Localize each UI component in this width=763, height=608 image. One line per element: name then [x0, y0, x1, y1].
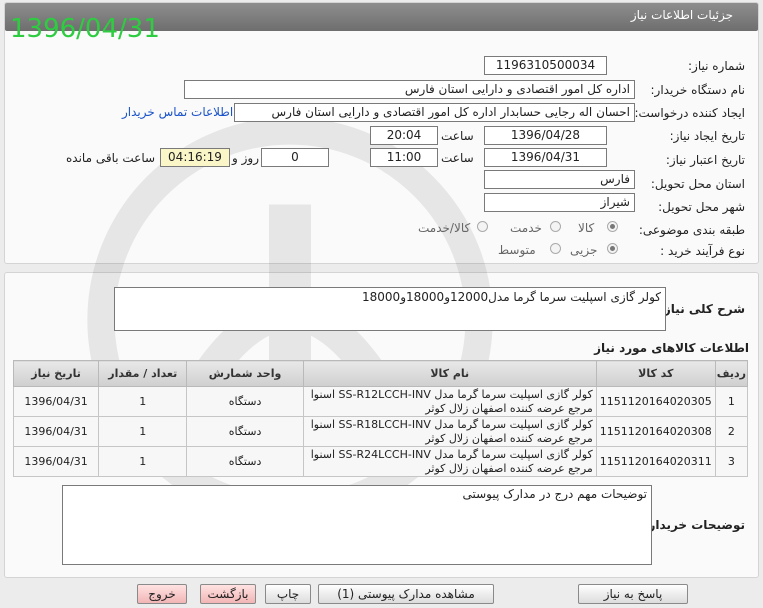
buyer-notes-field: توضیحات مهم درج در مدارک پیوستی — [62, 485, 652, 565]
category-both-label: کالا/خدمت — [418, 221, 471, 235]
process-minor-label: جزیی — [570, 243, 598, 257]
print-button[interactable]: چاپ — [265, 584, 311, 604]
items-table: ردیف کد کالا نام کالا واحد شمارش تعداد /… — [12, 360, 749, 477]
col-row: ردیف — [714, 360, 749, 387]
created-date-field: 1396/04/28 — [484, 126, 607, 145]
need-number-field: 1196310500034 — [484, 56, 607, 75]
created-time-label: ساعت — [441, 129, 474, 143]
validity-time-field: 11:00 — [370, 148, 438, 167]
buyer-org-label: نام دستگاه خریدار: — [650, 83, 746, 97]
items-section-title: اطلاعات کالاهای مورد نیاز — [594, 341, 749, 355]
cell-name: کولر گازی اسپلیت سرما گرما مدل SS-R12LCC… — [302, 386, 597, 417]
remaining-time-field: 04:16:19 — [160, 148, 230, 167]
cell-unit: دستگاه — [186, 416, 304, 447]
col-date: تاریخ نیاز — [12, 360, 100, 387]
items-table-header: ردیف کد کالا نام کالا واحد شمارش تعداد /… — [12, 360, 749, 387]
days-label: روز و — [232, 151, 259, 165]
validity-date-field: 1396/04/31 — [484, 148, 607, 167]
cell-date: 1396/04/31 — [12, 446, 100, 477]
item-name: کولر گازی اسپلیت سرما گرما مدل SS-R18LCC… — [310, 417, 593, 431]
table-row: 3 1151120164020311 کولر گازی اسپلیت سرما… — [12, 446, 749, 477]
item-name: کولر گازی اسپلیت سرما گرما مدل SS-R12LCC… — [310, 387, 593, 401]
cell-unit: دستگاه — [186, 386, 304, 417]
validity-date-label: تاریخ اعتبار نیاز: — [665, 153, 745, 167]
col-code: کد کالا — [595, 360, 716, 387]
cell-date: 1396/04/31 — [12, 386, 100, 417]
province-label: استان محل تحویل: — [650, 177, 745, 191]
cell-code: 1151120164020308 — [595, 416, 716, 447]
item-supplier: مرجع عرضه کننده اصفهان زلال کوثر — [425, 431, 593, 445]
cell-name: کولر گازی اسپلیت سرما گرما مدل SS-R18LCC… — [302, 416, 597, 447]
category-both-radio[interactable] — [477, 221, 488, 232]
created-time-field: 20:04 — [370, 126, 438, 145]
buyer-contact-link[interactable]: اطلاعات تماس خریدار — [122, 105, 233, 119]
date-stamp: 1396/04/31 — [10, 14, 160, 44]
item-name: کولر گازی اسپلیت سرما گرما مدل SS-R24LCC… — [310, 447, 593, 461]
item-supplier: مرجع عرضه کننده اصفهان زلال کوثر — [425, 401, 593, 415]
province-field: فارس — [484, 170, 635, 189]
city-label: شهر محل تحویل: — [658, 200, 745, 214]
summary-field: کولر گازی اسپلیت سرما گرما مدل12000و1800… — [114, 287, 666, 331]
remaining-days-field: 0 — [261, 148, 329, 167]
cell-qty: 1 — [98, 446, 188, 477]
category-goods-radio[interactable] — [607, 221, 618, 232]
created-date-label: تاریخ ایجاد نیاز: — [669, 129, 745, 143]
category-goods-label: کالا — [578, 221, 595, 235]
cell-row: 3 — [714, 446, 749, 477]
reply-button[interactable]: پاسخ به نیاز — [578, 584, 688, 604]
table-row: 1 1151120164020305 کولر گازی اسپلیت سرما… — [12, 386, 749, 417]
col-name: نام کالا — [302, 360, 597, 387]
validity-time-label: ساعت — [441, 151, 474, 165]
cell-code: 1151120164020305 — [595, 386, 716, 417]
category-service-label: خدمت — [510, 221, 542, 235]
cell-qty: 1 — [98, 416, 188, 447]
buyer-notes-label: توضیحات خریدار: — [643, 518, 745, 532]
process-label: نوع فرآیند خرید : — [660, 244, 745, 258]
table-row: 2 1151120164020308 کولر گازی اسپلیت سرما… — [12, 416, 749, 447]
col-qty: تعداد / مقدار — [98, 360, 188, 387]
remaining-label: ساعت باقی مانده — [66, 151, 156, 165]
cell-row: 2 — [714, 416, 749, 447]
cell-date: 1396/04/31 — [12, 416, 100, 447]
category-service-radio[interactable] — [550, 221, 561, 232]
summary-label: شرح کلی نیاز: — [659, 302, 745, 316]
cell-code: 1151120164020311 — [595, 446, 716, 477]
process-medium-label: متوسط — [498, 243, 536, 257]
item-supplier: مرجع عرضه کننده اصفهان زلال کوثر — [425, 461, 593, 475]
requester-label: ایجاد کننده درخواست: — [634, 106, 745, 120]
back-button[interactable]: بازگشت — [200, 584, 256, 604]
attachments-button[interactable]: مشاهده مدارک پیوستی (1) — [318, 584, 494, 604]
exit-button[interactable]: خروج — [137, 584, 187, 604]
cell-row: 1 — [714, 386, 749, 417]
cell-qty: 1 — [98, 386, 188, 417]
cell-unit: دستگاه — [186, 446, 304, 477]
page-title: جزئیات اطلاعات نیاز — [630, 8, 733, 22]
category-label: طبقه بندی موضوعی: — [638, 223, 745, 237]
process-medium-radio[interactable] — [550, 243, 561, 254]
buyer-org-field: اداره کل امور اقتصادی و دارایی استان فار… — [184, 80, 635, 99]
need-number-label: شماره نیاز: — [688, 59, 745, 73]
process-minor-radio[interactable] — [607, 243, 618, 254]
city-field: شیراز — [484, 193, 635, 212]
cell-name: کولر گازی اسپلیت سرما گرما مدل SS-R24LCC… — [302, 446, 597, 477]
col-unit: واحد شمارش — [186, 360, 304, 387]
requester-field: احسان اله رجایی حسابدار اداره کل امور اق… — [234, 103, 635, 122]
